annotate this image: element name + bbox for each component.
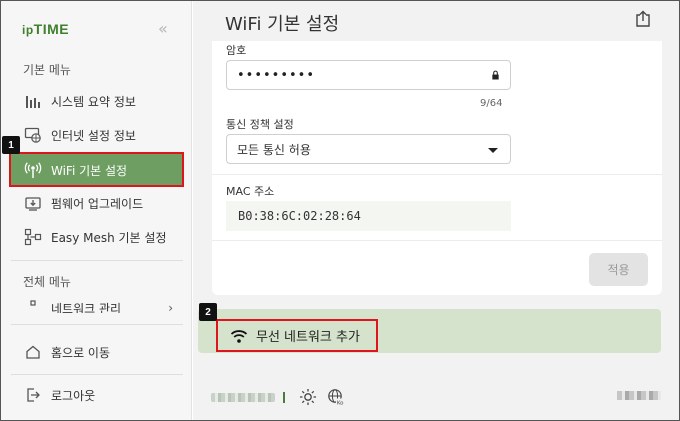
network-icon <box>23 299 43 313</box>
sidebar-item-label: Easy Mesh 기본 설정 <box>51 230 167 245</box>
firmware-icon <box>23 193 43 213</box>
section-basic-menu: 기본 메뉴 <box>23 63 71 77</box>
wifi-icon <box>230 329 248 343</box>
redacted-device-name <box>211 392 275 402</box>
footer: Ko <box>211 387 355 407</box>
caret-down-icon <box>488 148 498 153</box>
section-all-menu: 전체 메뉴 <box>23 275 71 289</box>
sidebar-divider <box>11 374 183 375</box>
redacted-version <box>617 391 661 400</box>
sidebar-item-label: 펌웨어 업그레이드 <box>51 196 144 211</box>
add-wireless-network-button[interactable]: 무선 네트워크 추가 <box>216 319 378 352</box>
mac-address-field: B0:38:6C:02:28:64 <box>226 201 511 231</box>
sidebar-item-label: 인터넷 설정 정보 <box>51 128 136 143</box>
password-value: ••••••••• <box>237 67 316 83</box>
sidebar-item-system-summary[interactable]: 시스템 요약 정보 <box>11 85 183 117</box>
share-icon[interactable] <box>634 10 654 30</box>
password-label: 암호 <box>226 44 247 57</box>
sidebar-item-internet-settings[interactable]: 인터넷 설정 정보 <box>11 119 183 151</box>
sidebar-item-home[interactable]: 홈으로 이동 <box>11 336 183 368</box>
apply-button[interactable]: 적용 <box>589 253 648 286</box>
add-wireless-label: 무선 네트워크 추가 <box>256 330 360 345</box>
sidebar-item-network-clip: 네트워크 관리 › <box>11 299 183 313</box>
logo-main: TIME <box>33 21 70 37</box>
sidebar-item-label: 네트워크 관리 <box>51 301 122 314</box>
card-separator <box>212 174 662 175</box>
wifi-settings-card: 암호 ••••••••• 9/64 통신 정책 설정 모든 통신 허용 MAC … <box>212 41 662 295</box>
annotation-badge-1: 1 <box>2 136 20 154</box>
sidebar-item-firmware[interactable]: 펌웨어 업그레이드 <box>11 187 183 219</box>
password-counter: 9/64 <box>480 98 503 109</box>
password-field[interactable]: ••••••••• <box>226 60 511 90</box>
collapse-sidebar-icon[interactable]: « <box>158 19 168 38</box>
globe-monitor-icon <box>23 125 43 145</box>
sidebar-divider <box>11 260 183 261</box>
sidebar-item-label: WiFi 기본 설정 <box>51 163 128 178</box>
svg-text:Ko: Ko <box>337 400 344 406</box>
language-globe-icon[interactable]: Ko <box>327 388 345 406</box>
sidebar-item-wifi-basic[interactable]: WiFi 기본 설정 <box>11 154 183 186</box>
logout-icon <box>23 385 43 405</box>
policy-select[interactable]: 모든 통신 허용 <box>226 134 511 164</box>
sidebar: ipTIME « 기본 메뉴 시스템 요약 정보 인터넷 설정 정보 WiFi … <box>1 1 192 420</box>
sidebar-item-easy-mesh[interactable]: Easy Mesh 기본 설정 <box>11 221 183 253</box>
logo-prefix: ip <box>22 23 34 37</box>
annotation-badge-2: 2 <box>199 303 217 321</box>
sidebar-item-label: 시스템 요약 정보 <box>51 94 136 109</box>
mac-label: MAC 주소 <box>226 185 275 198</box>
home-icon <box>23 342 43 362</box>
iptime-logo[interactable]: ipTIME <box>22 21 69 37</box>
sidebar-item-label: 홈으로 이동 <box>51 345 111 360</box>
policy-label: 통신 정책 설정 <box>226 118 294 131</box>
chevron-right-icon: › <box>168 301 173 313</box>
brightness-icon[interactable] <box>299 388 317 406</box>
policy-value: 모든 통신 허용 <box>237 142 311 157</box>
sidebar-item-network-management[interactable]: 네트워크 관리 › <box>11 299 183 313</box>
bar-chart-icon <box>23 91 43 111</box>
lock-icon <box>492 70 499 80</box>
main-content: WiFi 기본 설정 암호 ••••••••• 9/64 통신 정책 설정 모든… <box>193 1 679 420</box>
mesh-icon <box>23 227 43 247</box>
card-separator <box>212 240 662 241</box>
wifi-antenna-icon <box>23 160 43 180</box>
sidebar-item-label: 로그아웃 <box>51 388 96 403</box>
sidebar-item-logout[interactable]: 로그아웃 <box>11 379 183 411</box>
footer-separator <box>283 391 285 403</box>
page-title: WiFi 기본 설정 <box>225 14 340 35</box>
sidebar-divider <box>11 324 183 325</box>
